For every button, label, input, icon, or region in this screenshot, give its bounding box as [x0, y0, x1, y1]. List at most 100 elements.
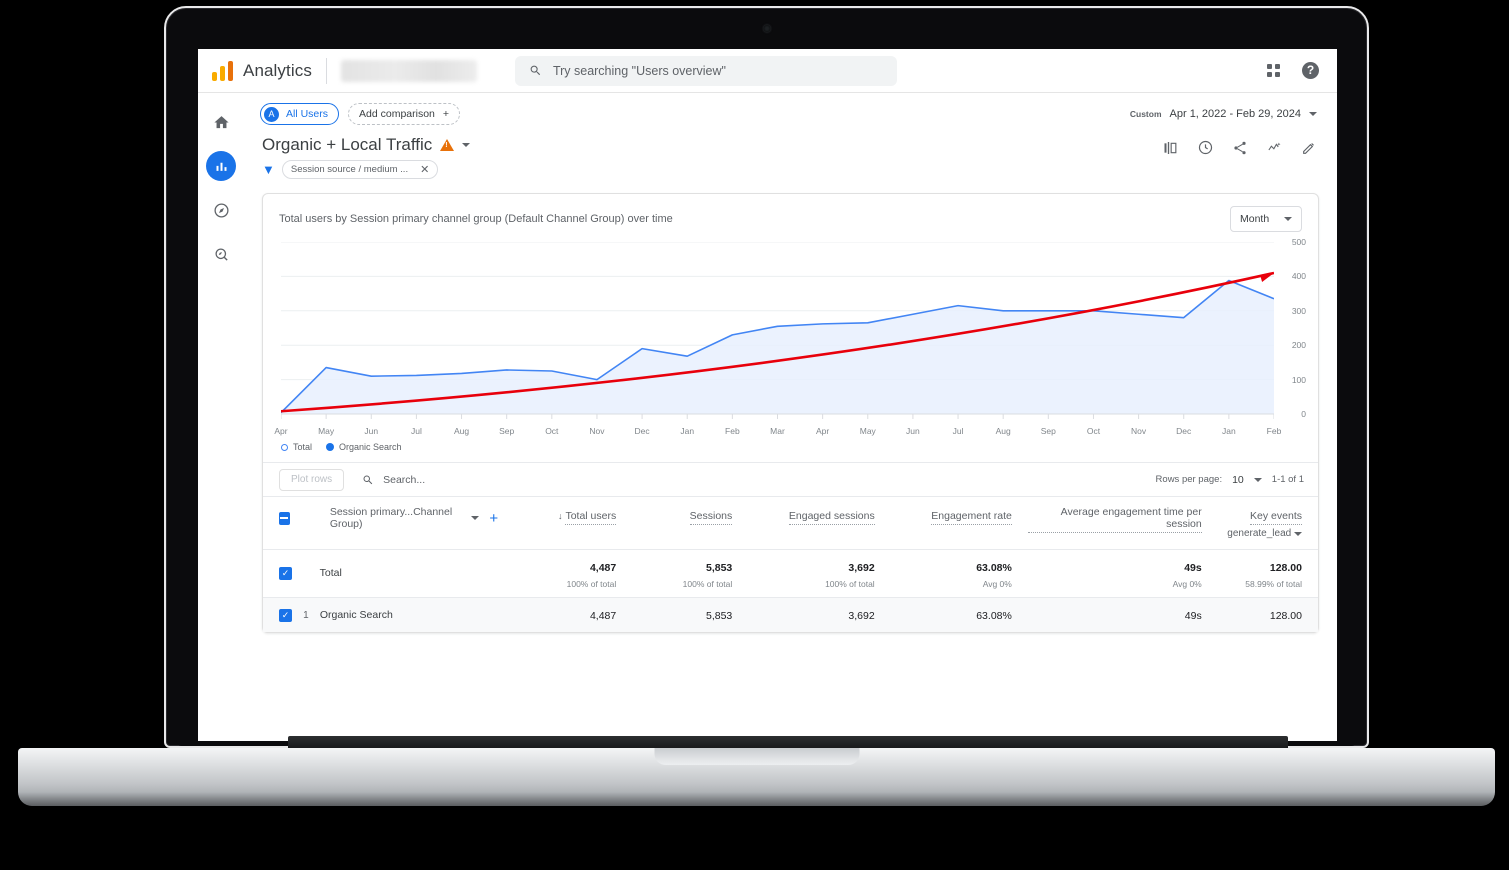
row-checkbox[interactable]: ✓: [279, 567, 292, 580]
x-axis-tick: Sep: [499, 426, 515, 436]
key-event-selector[interactable]: generate_lead: [1218, 528, 1302, 539]
brand-area[interactable]: Analytics: [198, 60, 312, 81]
x-axis-tick: Jan: [1222, 426, 1236, 436]
insights-icon[interactable]: [1266, 140, 1283, 155]
rows-per-page-label: Rows per page:: [1155, 474, 1223, 485]
cell-subvalue: Avg 0%: [982, 579, 1012, 589]
reports-bar-chart-icon: [216, 162, 226, 171]
dimension-header-cell: Session primary...Channel Group) +: [263, 496, 517, 550]
sidebar-item-home[interactable]: [206, 107, 236, 137]
title-chevron-down-icon[interactable]: [462, 143, 471, 147]
x-axis-tick: Sep: [1040, 426, 1056, 436]
x-axis-tick: Dec: [634, 426, 650, 436]
laptop-base: [18, 748, 1495, 806]
compare-icon[interactable]: [1162, 140, 1179, 156]
column-header-engaged-sessions[interactable]: Engaged sessions: [748, 496, 891, 550]
table-toolbar: Plot rows Search... Rows per page: 10 1-…: [263, 462, 1318, 496]
screenshot-stage: Analytics Try searching "Users overview"…: [0, 0, 1509, 870]
table-body: ✓ Total 4,487 100% of total 5,853 100% o…: [263, 549, 1318, 633]
x-axis-tick: Oct: [545, 426, 559, 436]
table-search-input[interactable]: Search...: [362, 474, 425, 486]
sidebar-item-advertising[interactable]: [206, 239, 236, 269]
legend-item-total[interactable]: Total: [281, 442, 312, 452]
report-table: Session primary...Channel Group) + ↓ Tota…: [263, 496, 1318, 632]
cell-value: 4,487: [589, 562, 617, 574]
granularity-select[interactable]: Month: [1230, 206, 1302, 232]
legend-label: Organic Search: [339, 442, 402, 452]
y-axis-labels: 0 100 200 300 400 500: [1278, 237, 1312, 420]
row-checkbox[interactable]: ✓: [279, 608, 292, 622]
chart-title: Total users by Session primary channel g…: [279, 213, 673, 225]
table-search-placeholder: Search...: [383, 473, 426, 486]
x-axis-tick: Apr: [274, 426, 288, 436]
date-range-picker[interactable]: Custom Apr 1, 2022 - Feb 29, 2024: [1130, 108, 1317, 120]
rows-per-page-value[interactable]: 10: [1232, 474, 1244, 486]
search-input[interactable]: Try searching "Users overview": [514, 55, 897, 86]
cell-value: 3,692: [848, 562, 875, 574]
chevron-down-icon[interactable]: [471, 516, 480, 520]
cell-value: 49s: [1184, 610, 1202, 622]
warning-triangle-icon[interactable]: [440, 139, 455, 151]
cell-subvalue: 100% of total: [682, 579, 733, 589]
table-header: Session primary...Channel Group) + ↓ Tota…: [263, 496, 1318, 550]
header-divider: [325, 57, 327, 84]
table-row[interactable]: ✓ 1 Organic Search 4,487 5,853 3,692 63.…: [263, 597, 1318, 633]
select-all-checkbox[interactable]: [279, 511, 290, 525]
plot-rows-button[interactable]: Plot rows: [279, 468, 345, 491]
cell-value: 63.08%: [976, 562, 1012, 574]
legend-marker-filled-circle-icon: [326, 443, 335, 451]
x-axis-labels: Apr May Jun Jul Aug Sep Oct Nov Dec Jan Feb Mar Apr M…: [274, 422, 1281, 440]
chevron-down-icon: [1284, 217, 1292, 221]
add-dimension-button[interactable]: +: [489, 510, 498, 527]
chart-legend: Total Organic Search: [263, 440, 1318, 462]
close-icon[interactable]: ✕: [420, 163, 429, 176]
filter-chip-label: Session source / medium ...: [290, 164, 409, 175]
filter-row: ▼ Session source / medium ... ✕: [262, 160, 470, 179]
x-axis-tick: Jan: [680, 426, 695, 436]
cell-value: 5,853: [706, 610, 733, 622]
x-axis-tick: Jul: [410, 426, 422, 436]
cell-subvalue: 100% of total: [566, 579, 617, 589]
pagination-range: 1-1 of 1: [1271, 474, 1304, 485]
y-axis-tick: 500: [1291, 237, 1306, 247]
line-chart: [281, 242, 1274, 420]
column-label: Average engagement time per session: [1027, 506, 1202, 533]
history-clock-icon[interactable]: [1197, 139, 1214, 156]
sidebar-item-explore[interactable]: [206, 195, 236, 225]
column-header-avg-engagement-time[interactable]: Average engagement time per session: [1027, 496, 1218, 550]
x-axis-tick: Feb: [1266, 426, 1282, 436]
cell-value: 3,692: [848, 610, 875, 622]
add-comparison-button[interactable]: Add comparison +: [348, 103, 461, 125]
column-header-key-events[interactable]: Key events generate_lead: [1217, 496, 1318, 550]
table-cell: 63.08% Avg 0%: [891, 550, 1028, 598]
sidebar-item-reports[interactable]: [206, 151, 236, 181]
column-header-total-users[interactable]: ↓ Total users: [516, 496, 633, 550]
app-header: Analytics Try searching "Users overview"…: [198, 49, 1337, 93]
x-axis-tick: Aug: [453, 426, 470, 436]
audience-avatar: A: [264, 106, 279, 122]
column-header-engagement-rate[interactable]: Engagement rate: [890, 496, 1028, 550]
chevron-down-icon[interactable]: [1253, 477, 1262, 482]
y-axis-tick: 100: [1291, 374, 1306, 385]
apps-grid-icon[interactable]: [1267, 64, 1280, 77]
account-selector-redacted[interactable]: [340, 59, 477, 82]
audience-chip-all-users[interactable]: A All Users: [260, 103, 340, 125]
share-icon[interactable]: [1232, 140, 1248, 156]
filter-chip[interactable]: Session source / medium ... ✕: [281, 160, 439, 179]
table-cell: 3,692 100% of total: [748, 550, 890, 598]
date-range-type: Custom: [1129, 109, 1162, 119]
legend-item-organic-search[interactable]: Organic Search: [326, 442, 402, 452]
column-label: Engaged sessions: [788, 510, 875, 525]
help-icon[interactable]: ?: [1302, 62, 1319, 79]
dimension-cell: ✓ 1 Organic Search: [263, 598, 516, 633]
laptop-lid: Analytics Try searching "Users overview"…: [164, 6, 1369, 748]
legend-label: Total: [293, 442, 313, 452]
table-row[interactable]: ✓ Total 4,487 100% of total 5,853 100% o…: [263, 549, 1318, 598]
column-header-sessions[interactable]: Sessions: [632, 496, 749, 550]
chevron-down-icon: [1309, 112, 1317, 116]
table-cell: 128.00: [1218, 598, 1318, 633]
product-name: Analytics: [243, 60, 312, 80]
edit-pencil-icon[interactable]: [1301, 140, 1317, 156]
filter-funnel-icon: ▼: [262, 162, 275, 177]
table-cell: 128.00 58.99% of total: [1218, 550, 1318, 598]
